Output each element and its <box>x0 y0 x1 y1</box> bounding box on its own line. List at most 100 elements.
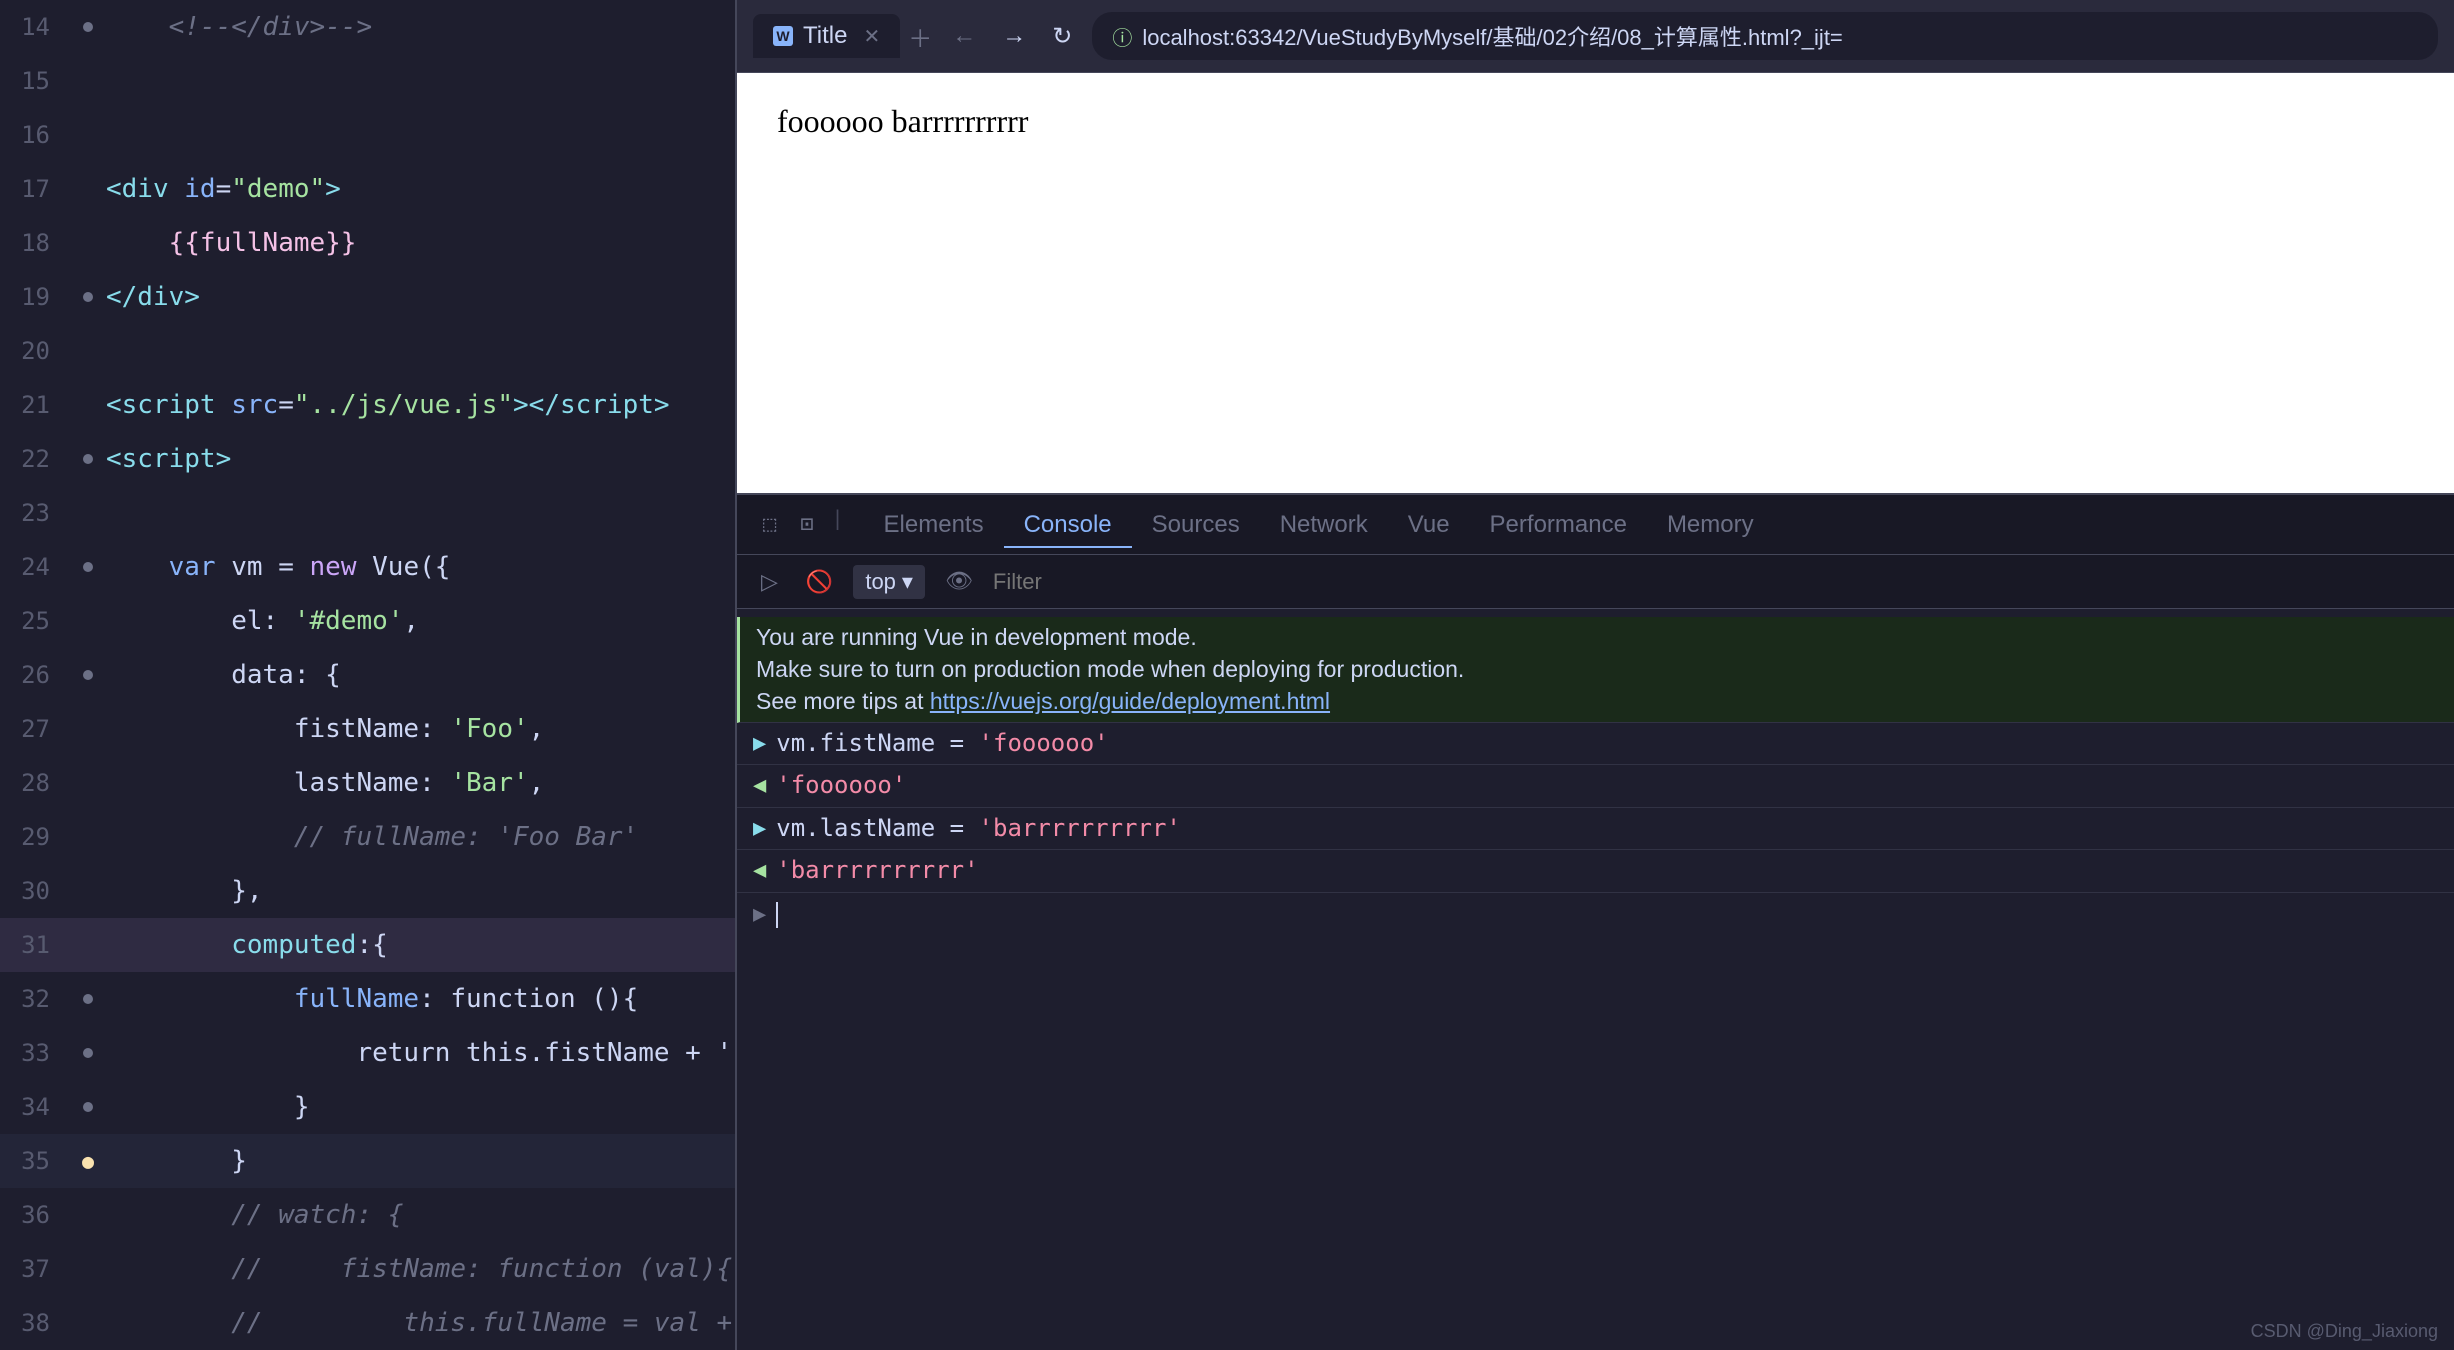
tab-area: W Title ✕ ＋ <box>753 14 932 58</box>
forward-button[interactable]: → <box>994 18 1034 54</box>
arrow-left-icon: ◀ <box>753 771 766 802</box>
browser-tab[interactable]: W Title ✕ <box>753 14 900 58</box>
back-button[interactable]: ← <box>944 18 984 54</box>
code-line-25: 25 el: '#demo', <box>0 594 735 648</box>
console-row-2: ◀ 'foooooo' <box>737 765 2454 808</box>
line-content: computed:{ <box>106 918 735 972</box>
line-content: // fistName: function (val){ <box>106 1242 735 1296</box>
line-number: 33 <box>0 1026 70 1080</box>
line-number: 30 <box>0 864 70 918</box>
filter-input[interactable] <box>993 569 2438 595</box>
line-content: <!--</div>--> <box>106 0 735 54</box>
code-line-26: 26 data: { <box>0 648 735 702</box>
code-line-35: 35● } <box>0 1134 735 1188</box>
address-bar[interactable]: ⓘ localhost:63342/VueStudyByMyself/基础/02… <box>1092 12 2438 60</box>
line-content: var vm = new Vue({ <box>106 540 735 594</box>
line-content: data: { <box>106 648 735 702</box>
devtools-icons: ⬚ ⊡ | <box>753 506 848 543</box>
line-content: <script src="../js/vue.js"></script> <box>106 378 735 432</box>
line-content: </div> <box>106 270 735 324</box>
line-content: fullName: function (){ <box>106 972 735 1026</box>
code-line-28: 28 lastName: 'Bar', <box>0 756 735 810</box>
device-icon[interactable]: ⊡ <box>790 506 823 543</box>
gutter-pin-icon <box>83 994 93 1004</box>
devtools-tab-elements[interactable]: Elements <box>864 503 1004 548</box>
console-run-button[interactable]: ▷ <box>753 565 786 599</box>
browser-panel: W Title ✕ ＋ ← → ↻ ⓘ localhost:63342/VueS… <box>735 0 2454 1350</box>
new-tab-icon[interactable]: ＋ <box>908 19 932 54</box>
line-gutter <box>70 670 106 680</box>
console-clear-button[interactable]: 🚫 <box>798 565 841 599</box>
arrow-right-icon-2: ▶ <box>753 814 766 845</box>
line-number: 16 <box>0 108 70 162</box>
tab-title: Title <box>803 22 847 50</box>
line-number: 18 <box>0 216 70 270</box>
line-gutter: ● <box>70 1134 106 1188</box>
code-line-21: 21 <script src="../js/vue.js"></script> <box>0 378 735 432</box>
arrow-left-icon-2: ◀ <box>753 856 766 887</box>
gutter-pin-icon <box>83 1102 93 1112</box>
code-line-14: 14 <!--</div>--> <box>0 0 735 54</box>
line-number: 15 <box>0 54 70 108</box>
address-text: localhost:63342/VueStudyByMyself/基础/02介绍… <box>1142 20 1842 52</box>
vue-deployment-link[interactable]: https://vuejs.org/guide/deployment.html <box>930 688 1330 714</box>
code-line-17: 17<div id="demo"> <box>0 162 735 216</box>
line-content: } <box>106 1134 735 1188</box>
code-line-20: 20 <box>0 324 735 378</box>
line-content: <div id="demo"> <box>106 162 735 216</box>
code-line-33: 33 return this.fistName + ' ' + this.las… <box>0 1026 735 1080</box>
top-selector[interactable]: top ▾ <box>853 565 925 599</box>
console-row-1: ▶ vm.fistName = 'foooooo' <box>737 723 2454 766</box>
line-number: 35 <box>0 1134 70 1188</box>
line-number: 22 <box>0 432 70 486</box>
eye-icon[interactable]: 👁 <box>937 565 981 598</box>
line-content: } <box>106 1080 735 1134</box>
devtools-tab-sources[interactable]: Sources <box>1132 503 1260 548</box>
line-content: fistName: 'Foo', <box>106 702 735 756</box>
line-number: 32 <box>0 972 70 1026</box>
watermark: CSDN @Ding_Jiaxiong <box>2251 1321 2438 1342</box>
line-number: 21 <box>0 378 70 432</box>
line-number: 31 <box>0 918 70 972</box>
line-content: // fullName: 'Foo Bar' <box>106 810 735 864</box>
line-number: 23 <box>0 486 70 540</box>
tab-favicon: W <box>773 26 793 46</box>
code-editor: 14 <!--</div>-->151617<div id="demo">18 … <box>0 0 735 1350</box>
separator: | <box>832 506 844 543</box>
line-number: 26 <box>0 648 70 702</box>
arrow-right-icon: ▶ <box>753 729 766 760</box>
line-gutter <box>70 1102 106 1112</box>
line-number: 24 <box>0 540 70 594</box>
console-input-arrow: ▶ <box>753 902 766 927</box>
refresh-button[interactable]: ↻ <box>1044 18 1080 55</box>
devtools-tab-performance[interactable]: Performance <box>1470 503 1647 548</box>
console-output: You are running Vue in development mode.… <box>737 609 2454 1350</box>
devtools-tab-console[interactable]: Console <box>1004 503 1132 548</box>
gutter-pin-icon <box>83 292 93 302</box>
code-line-24: 24 var vm = new Vue({ <box>0 540 735 594</box>
lock-icon: ⓘ <box>1112 22 1132 51</box>
gutter-warn-icon: ● <box>82 1134 94 1188</box>
line-gutter <box>70 454 106 464</box>
line-number: 34 <box>0 1080 70 1134</box>
inspect-icon[interactable]: ⬚ <box>753 506 786 543</box>
line-content: // this.fullName = val + ' ' + this.last… <box>106 1296 735 1350</box>
code-line-23: 23 <box>0 486 735 540</box>
devtools-tab-memory[interactable]: Memory <box>1647 503 1774 548</box>
line-number: 36 <box>0 1188 70 1242</box>
console-input-line[interactable]: ▶ <box>737 893 2454 937</box>
devtools-tab-vue[interactable]: Vue <box>1388 503 1470 548</box>
line-number: 27 <box>0 702 70 756</box>
console-toolbar: ▷ 🚫 top ▾ 👁 <box>737 555 2454 609</box>
line-number: 20 <box>0 324 70 378</box>
line-content: {{fullName}} <box>106 216 735 270</box>
devtools-tab-network[interactable]: Network <box>1260 503 1388 548</box>
line-gutter <box>70 292 106 302</box>
tab-close-icon[interactable]: ✕ <box>863 24 880 49</box>
code-line-16: 16 <box>0 108 735 162</box>
code-line-18: 18 {{fullName}} <box>0 216 735 270</box>
console-info-text: You are running Vue in development mode.… <box>756 621 1464 718</box>
console-cmd-1: vm.fistName = 'foooooo' <box>776 727 1108 761</box>
line-number: 25 <box>0 594 70 648</box>
console-out-1: 'foooooo' <box>776 769 906 803</box>
